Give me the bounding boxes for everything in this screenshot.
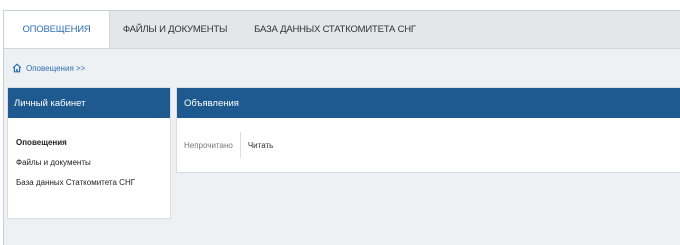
sidebar-item-files-documents[interactable]: Файлы и документы (8, 153, 170, 173)
announcement-filters: Непрочитано Читать (177, 132, 280, 158)
announcements-panel: Объявления Непрочитано Читать (176, 87, 680, 173)
breadcrumb: Оповещения >> (12, 61, 85, 75)
read-button[interactable]: Читать (241, 132, 280, 158)
tab-files-documents[interactable]: Файлы и документы (110, 11, 240, 48)
app-frame: Оповещения Файлы и документы База данных… (3, 10, 680, 245)
tab-notifications[interactable]: Оповещения (4, 11, 110, 48)
sidebar-panel: Личный кабинет Оповещения Файлы и докуме… (7, 87, 171, 219)
sidebar-item-notifications[interactable]: Оповещения (8, 133, 170, 153)
unread-filter-button[interactable]: Непрочитано (177, 132, 241, 158)
announcements-title: Объявления (177, 88, 680, 118)
sidebar-title: Личный кабинет (8, 88, 170, 118)
top-nav: Оповещения Файлы и документы База данных… (4, 11, 680, 49)
tab-statcommittee-database[interactable]: База данных Статкомитета СНГ (240, 11, 430, 48)
home-icon[interactable] (12, 63, 22, 73)
sidebar-item-statcommittee-database[interactable]: База данных Статкомитета СНГ (8, 173, 170, 193)
breadcrumb-label[interactable]: Оповещения >> (26, 64, 85, 73)
sidebar-menu: Оповещения Файлы и документы База данных… (8, 118, 170, 193)
